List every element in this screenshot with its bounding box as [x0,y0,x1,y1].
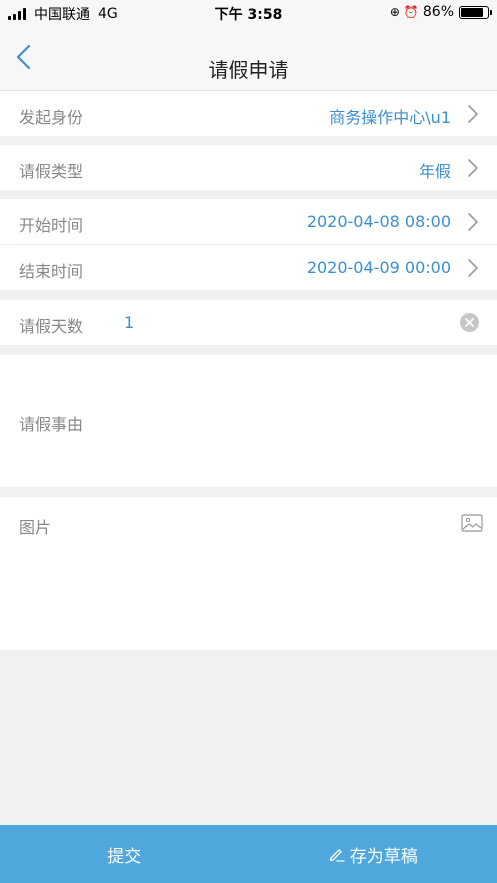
pen-icon [329,849,345,862]
start-time-row[interactable]: 开始时间 2020-04-08 08:00 [0,199,497,244]
leave-type-value: 年假 [418,162,451,181]
bottom-action-bar: 提交 存为草稿 [0,825,497,883]
page-title: 请假申请 [208,58,289,82]
initiator-row[interactable]: 发起身份 商务操作中心\u1 [0,91,497,136]
chevron-right-icon [468,259,478,277]
chevron-right-icon [468,213,478,231]
end-time-row[interactable]: 结束时间 2020-04-09 00:00 [0,245,497,290]
battery-fill [461,7,484,17]
nav-bar: 请假申请 [0,24,497,91]
status-bar: 中国联通 4G 下午 3:58 ⊕ ⏰ 86% [0,0,497,24]
image-icon[interactable] [461,514,483,532]
submit-label: 提交 [107,846,142,867]
chevron-right-icon [468,159,478,177]
alarm-icon: ⏰ [403,5,419,19]
end-time-label: 结束时间 [19,262,84,281]
days-label: 请假天数 [19,317,84,336]
start-time-label: 开始时间 [19,216,84,235]
leave-type-label: 请假类型 [19,162,84,181]
leave-type-row[interactable]: 请假类型 年假 [0,145,497,190]
image-label: 图片 [19,518,52,537]
days-row: 请假天数 1 [0,300,497,345]
start-time-value: 2020-04-08 08:00 [306,212,451,231]
reason-field[interactable]: 请假事由 [0,355,497,487]
initiator-value: 商务操作中心\u1 [329,108,451,127]
image-upload-area[interactable]: 图片 [0,497,497,650]
initiator-label: 发起身份 [19,108,84,127]
save-draft-label: 存为草稿 [349,846,418,867]
end-time-value: 2020-04-09 00:00 [306,258,451,277]
battery-percent: 86% [422,4,454,20]
chevron-right-icon [468,105,478,123]
screen: 中国联通 4G 下午 3:58 ⊕ ⏰ 86% 请假申请 发起身份 商务操作中心… [0,0,497,883]
orientation-lock-icon: ⊕ [389,5,400,19]
clear-icon[interactable] [460,313,479,332]
reason-label: 请假事由 [19,415,84,434]
battery-icon [459,5,492,19]
save-draft-button[interactable]: 存为草稿 [249,825,497,883]
days-input[interactable]: 1 [124,313,134,332]
status-right: ⊕ ⏰ 86% [389,4,492,20]
submit-button[interactable]: 提交 [0,825,249,883]
